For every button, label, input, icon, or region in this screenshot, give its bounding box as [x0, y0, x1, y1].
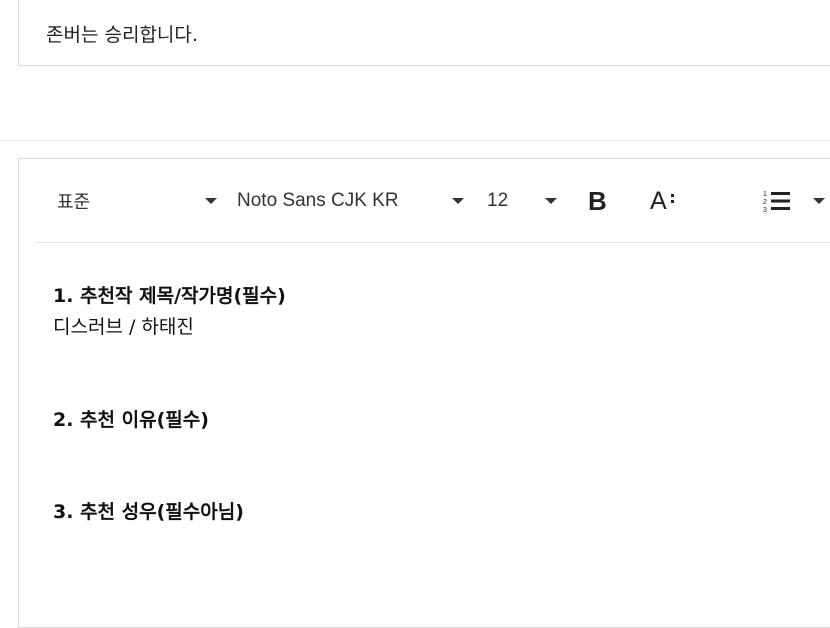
bold-button[interactable]: B [588, 185, 614, 216]
editor-toolbar: 표준 Noto Sans CJK KR 12 B A 1 2 3 [35, 159, 830, 243]
question-2-heading: 2. 추천 이유(필수) [53, 409, 209, 431]
chevron-down-icon [452, 198, 464, 204]
question-3-heading: 3. 추천 성우(필수아님) [53, 501, 244, 523]
text-size-icon: A [650, 186, 674, 216]
font-family-label: Noto Sans CJK KR [237, 190, 399, 211]
font-size-label: 12 [487, 190, 509, 211]
question-1-heading: 1. 추천작 제목/작가명(필수) [53, 285, 286, 307]
text-size-icon-letter: A [650, 186, 667, 215]
post-title-text: 존버는 승리합니다. [46, 24, 198, 46]
section-divider [0, 140, 830, 141]
bold-icon: B [588, 185, 607, 216]
chevron-down-icon [813, 198, 825, 204]
paragraph-style-dropdown[interactable]: 표준 [57, 187, 217, 215]
rich-text-editor[interactable]: 표준 Noto Sans CJK KR 12 B A 1 2 3 1. 추천작 … [18, 158, 830, 628]
numbered-list-icon: 1 2 3 [763, 191, 790, 213]
svg-text:3: 3 [763, 207, 767, 213]
chevron-down-icon [545, 198, 557, 204]
chevron-down-icon [205, 198, 217, 204]
text-size-button[interactable]: A [650, 187, 682, 215]
text-size-icon-dots [670, 193, 674, 206]
paragraph-style-label: 표준 [57, 192, 91, 213]
svg-text:1: 1 [763, 191, 767, 198]
svg-text:2: 2 [763, 199, 767, 206]
font-family-dropdown[interactable]: Noto Sans CJK KR [237, 187, 467, 215]
question-1-answer: 디스러브 / 하태진 [53, 316, 194, 338]
numbered-list-dropdown[interactable]: 1 2 3 [763, 187, 830, 215]
post-title-field[interactable]: 존버는 승리합니다. [18, 0, 830, 66]
font-size-dropdown[interactable]: 12 [487, 187, 567, 215]
